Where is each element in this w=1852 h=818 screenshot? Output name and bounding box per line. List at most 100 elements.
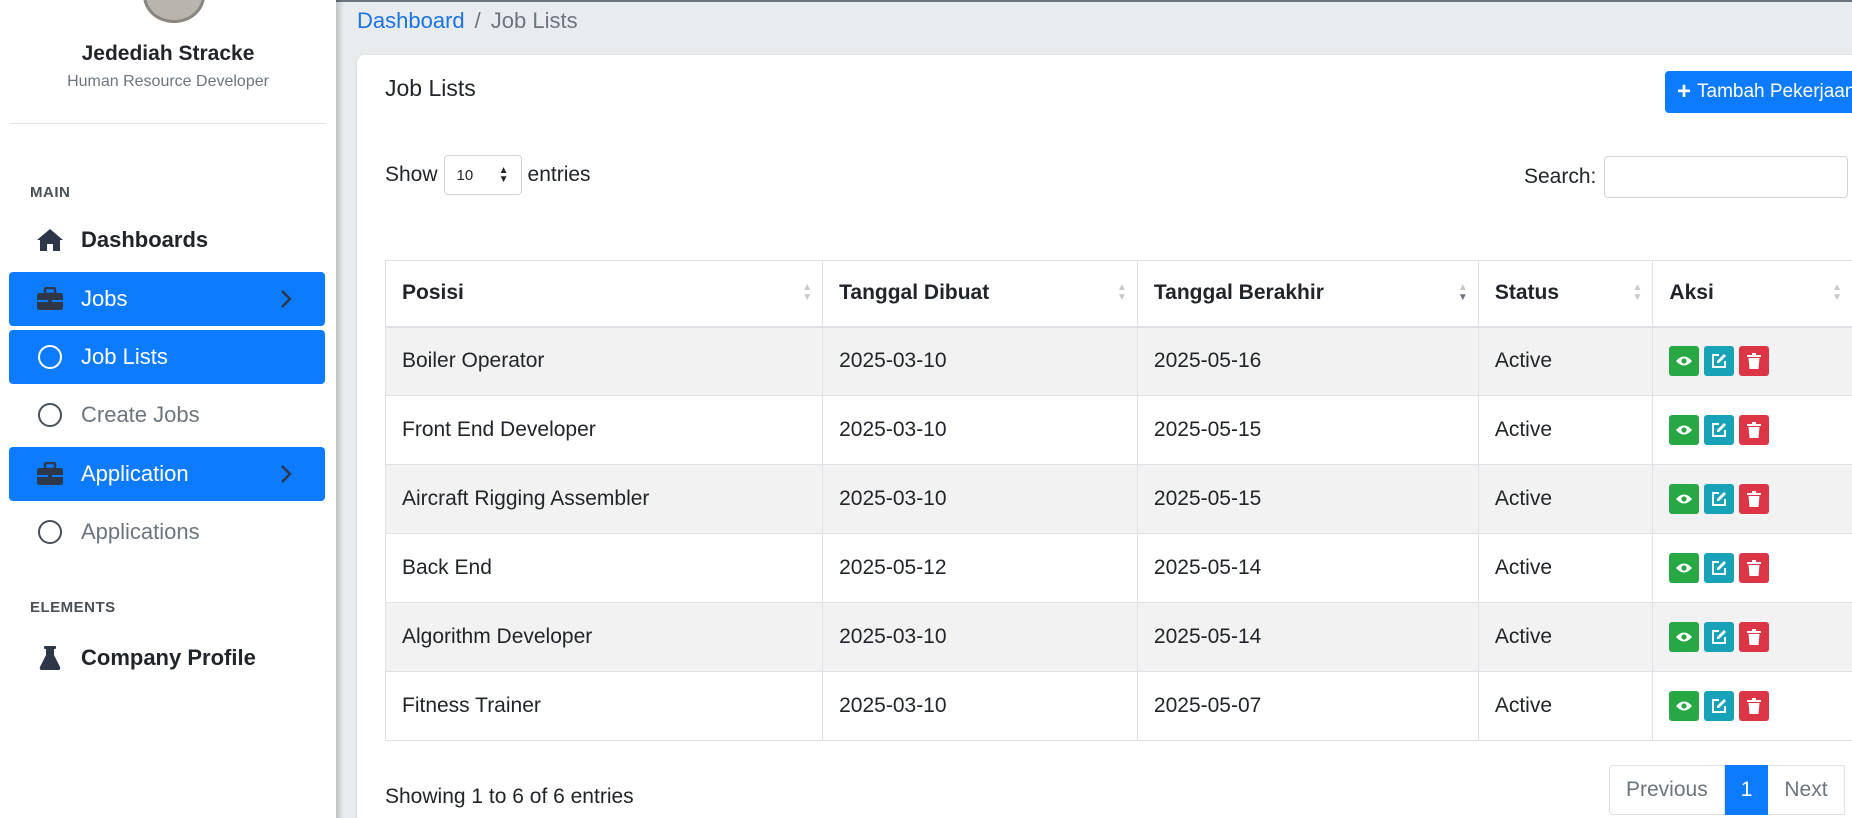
view-button[interactable] [1669,691,1700,721]
cell-tanggal-dibuat: 2025-03-10 [822,326,1138,396]
header-aksi[interactable]: Aksi ▲ ▼ [1652,260,1852,328]
header-tanggal-dibuat[interactable]: Tanggal Dibuat ▲ ▼ [822,260,1138,328]
eye-icon [1675,355,1693,367]
sidebar-item-label: Company Profile [81,645,256,670]
entries-select-value: 10 [456,166,474,184]
briefcase-icon [35,459,65,489]
edit-icon [1711,491,1727,507]
cell-posisi: Front End Developer [384,395,824,465]
briefcase-icon [35,284,65,314]
view-button[interactable] [1669,346,1700,377]
add-job-button-label: Tambah Pekerjaan [1697,81,1852,102]
edit-icon [1711,629,1727,645]
table-info: Showing 1 to 6 of 6 entries [385,785,634,808]
edit-button[interactable] [1704,553,1735,583]
delete-button[interactable] [1739,622,1770,652]
cell-posisi: Back End [384,533,824,603]
sidebar-item-application[interactable]: Application [9,447,325,501]
header-status[interactable]: Status ▲ ▼ [1477,260,1654,328]
entries-label: entries [527,163,591,186]
edit-button[interactable] [1704,415,1735,445]
table-row: Boiler Operator 2025-03-10 2025-05-16 Activ… [384,326,1852,396]
cell-tanggal-berakhir: 2025-05-15 [1136,464,1479,534]
row-actions [1669,622,1836,652]
sort-icon: ▲ ▼ [1117,282,1127,303]
cell-tanggal-berakhir: 2025-05-14 [1136,533,1479,603]
delete-button[interactable] [1739,346,1770,377]
divider [10,123,326,124]
cell-status: Active [1477,602,1654,672]
breadcrumb: Dashboard / Job Lists [357,8,578,34]
edit-button[interactable] [1704,691,1735,721]
flask-icon [35,643,65,673]
page-1-button[interactable]: 1 [1724,765,1769,815]
sidebar: Jedediah Stracke Human Resource Develope… [0,0,336,818]
delete-button[interactable] [1739,553,1770,583]
cell-aksi [1652,671,1852,741]
trash-icon [1747,698,1762,714]
sidebar-item-applications[interactable]: Applications [9,505,325,559]
view-button[interactable] [1669,553,1700,583]
breadcrumb-current: Job Lists [490,8,578,33]
user-name: Jedediah Stracke [81,42,255,65]
edit-button[interactable] [1704,484,1735,514]
delete-button[interactable] [1739,484,1770,514]
sort-icon: ▲ ▼ [1632,282,1643,303]
entries-control: Show 10 ▲ ▼ entries [385,155,591,195]
pagination: Previous 1 Next [1609,765,1845,815]
sidebar-item-company-profile[interactable]: Company Profile [9,631,325,685]
eye-icon [1675,562,1693,574]
cell-status: Active [1477,395,1654,465]
cell-tanggal-berakhir: 2025-05-16 [1136,326,1479,396]
sidebar-item-job-lists[interactable]: Job Lists [9,330,325,384]
cell-tanggal-dibuat: 2025-03-10 [822,395,1138,465]
circle-icon [35,342,65,372]
view-button[interactable] [1669,484,1700,514]
cell-posisi: Fitness Trainer [384,671,824,741]
header-tanggal-berakhir[interactable]: Tanggal Berakhir ▲ ▼ [1136,260,1479,328]
sort-icon: ▲ ▼ [802,282,813,303]
circle-icon [35,400,65,430]
cell-tanggal-berakhir: 2025-05-14 [1136,602,1479,672]
table-row: Back End 2025-05-12 2025-05-14 Active [384,533,1852,603]
sidebar-item-jobs[interactable]: Jobs [9,272,325,326]
edit-button[interactable] [1704,622,1735,652]
cell-posisi: Boiler Operator [384,326,824,396]
sidebar-item-label: Jobs [81,286,128,311]
table-row: Algorithm Developer 2025-03-10 2025-05-14 A… [384,602,1852,672]
sort-arrows-icon: ▲ ▼ [498,165,509,185]
row-actions [1669,691,1836,721]
sidebar-item-label: Dashboards [81,227,209,252]
cell-status: Active [1477,671,1654,741]
header-posisi[interactable]: Posisi ▲ ▼ [384,260,824,328]
table-row: Front End Developer 2025-03-10 2025-05-15 A… [384,395,1852,465]
cell-tanggal-dibuat: 2025-03-10 [822,602,1138,672]
view-button[interactable] [1669,622,1700,652]
card-title: Job Lists [385,75,476,101]
sidebar-item-dashboards[interactable]: Dashboards [9,213,325,267]
sidebar-shadow [336,0,344,818]
search-input[interactable] [1604,156,1849,198]
sidebar-item-create-jobs[interactable]: Create Jobs [9,388,325,442]
edit-button[interactable] [1704,346,1735,377]
sidebar-item-label: Applications [81,519,200,544]
jobs-table: Posisi ▲ ▼ Tanggal Dibuat ▲ ▼ Tanggal Berakh… [384,260,1852,741]
sidebar-item-label: Application [81,461,189,486]
add-job-button[interactable]: + Tambah Pekerjaan [1665,71,1852,113]
next-page-button[interactable]: Next [1768,765,1845,815]
section-label-elements: ELEMENTS [30,599,116,616]
sort-desc-icon: ▲ ▼ [1457,282,1468,303]
previous-page-button[interactable]: Previous [1609,765,1725,815]
avatar[interactable] [143,0,205,23]
breadcrumb-dashboard-link[interactable]: Dashboard [357,8,465,34]
view-button[interactable] [1669,415,1700,445]
chevron-right-icon [281,290,292,308]
sort-icon: ▲ ▼ [1832,282,1842,303]
cell-aksi [1652,395,1852,465]
delete-button[interactable] [1739,691,1770,721]
cell-tanggal-dibuat: 2025-05-12 [822,533,1138,603]
entries-select[interactable]: 10 ▲ ▼ [443,155,522,195]
sidebar-item-label: Job Lists [81,344,168,369]
trash-icon [1747,422,1762,438]
delete-button[interactable] [1739,415,1770,445]
